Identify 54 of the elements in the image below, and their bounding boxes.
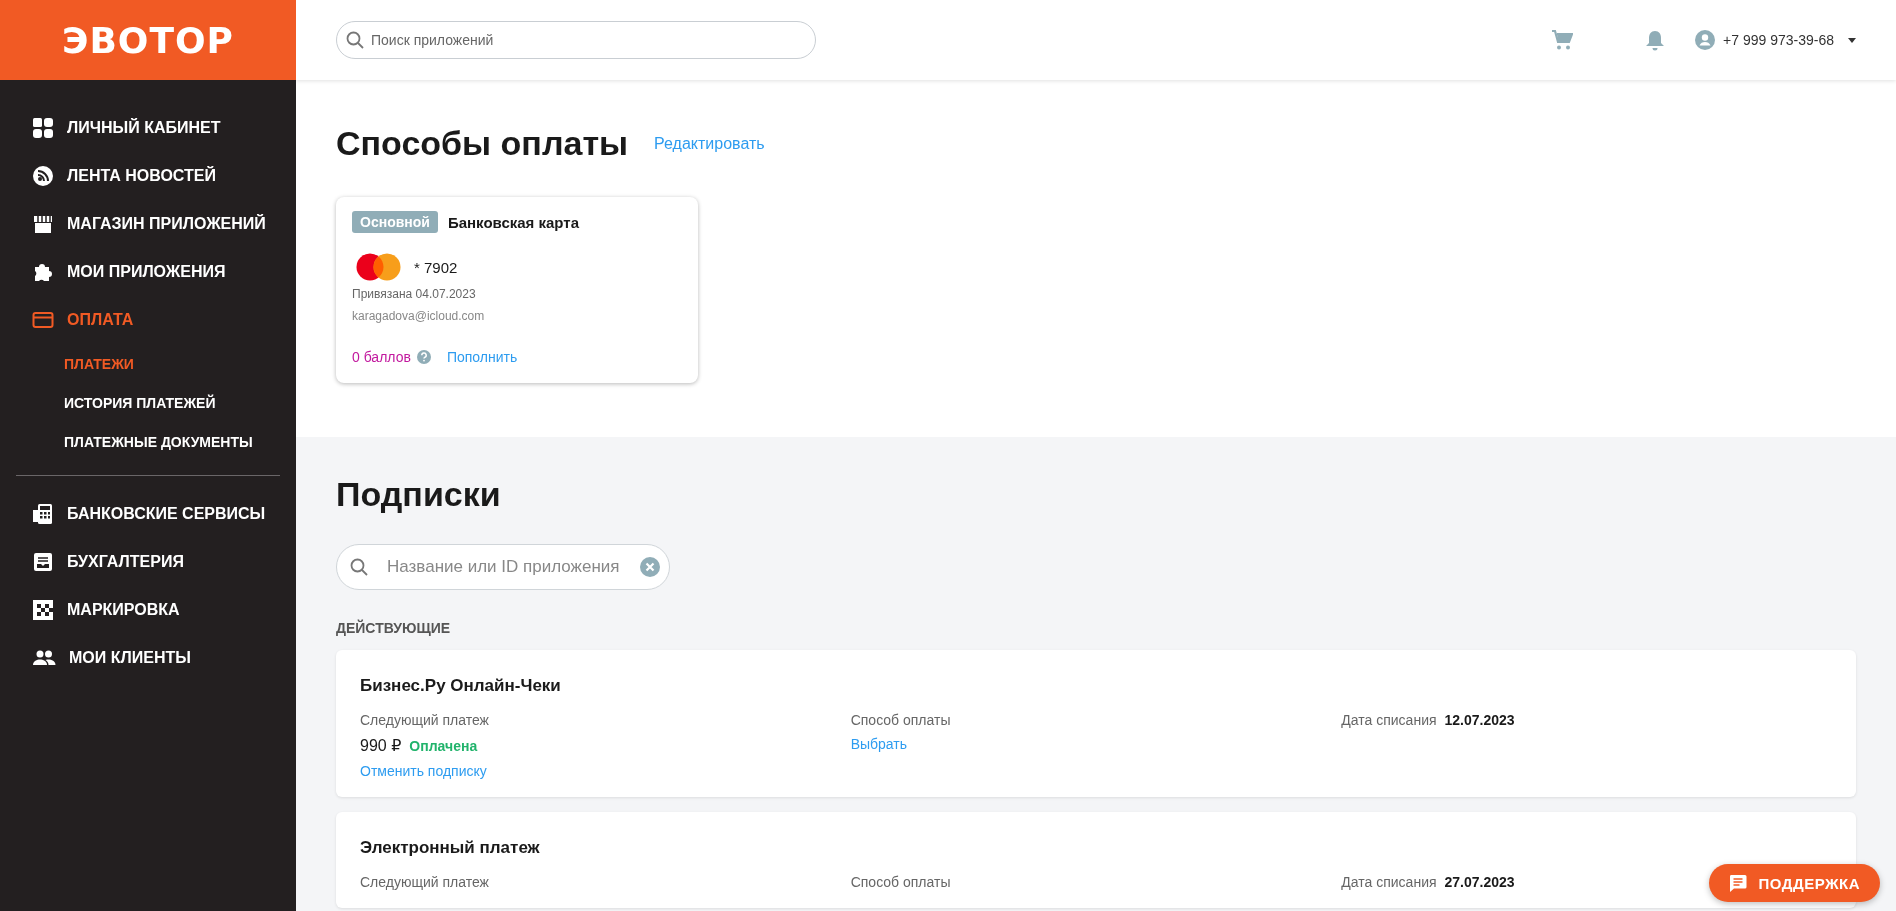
amount: 990 ₽: [360, 736, 402, 755]
linked-date: Привязана 04.07.2023: [352, 287, 477, 301]
sidebar-item[interactable]: МАРКИРОВКА: [0, 586, 296, 634]
sidebar-item[interactable]: ЛЕНТА НОВОСТЕЙ: [0, 152, 296, 200]
field-label: Способ оплаты: [850, 874, 951, 890]
charge-date: 12.07.2023: [1444, 712, 1515, 728]
search-field[interactable]: Поиск приложений: [336, 21, 816, 59]
sidebar-subitem[interactable]: ИСТОРИЯ ПЛАТЕЖЕЙ: [0, 383, 216, 422]
calculator-icon: [32, 503, 54, 525]
sidebar-item[interactable]: МАГАЗИН ПРИЛОЖЕНИЙ: [0, 200, 296, 248]
sidebar-item[interactable]: МОИ ПРИЛОЖЕНИЯ: [0, 248, 296, 296]
field-label: Следующий платеж: [360, 712, 489, 728]
field-label: Способ оплаты: [850, 712, 951, 728]
caret-icon[interactable]: [1848, 37, 1856, 43]
sidebar-subitem[interactable]: ПЛАТЕЖИ: [0, 344, 134, 383]
section-heading: Подписки: [336, 475, 502, 514]
payment-status: Оплачена: [409, 738, 478, 754]
sidebar-subitem[interactable]: ПЛАТЕЖНЫЕ ДОКУМЕНТЫ: [0, 422, 253, 461]
page-heading: Способы оплаты: [336, 124, 629, 163]
points-balance: 0 баллов: [352, 349, 411, 365]
search-field[interactable]: Название или ID приложения: [336, 544, 670, 590]
field-label: Дата списания: [1341, 712, 1437, 728]
credit-card-icon: [32, 309, 54, 331]
field-label: Следующий платеж: [360, 874, 489, 890]
rss-icon: [32, 165, 54, 187]
card-brand-icon: [356, 253, 402, 281]
help-icon[interactable]: [416, 350, 431, 364]
group-label: ДЕЙСТВУЮЩИЕ: [336, 620, 452, 636]
chat-icon: [1728, 874, 1747, 892]
charge-date: 27.07.2023: [1444, 874, 1515, 890]
search-icon: [350, 558, 368, 576]
card-number: * 7902: [414, 258, 458, 276]
cart-icon[interactable]: [1551, 29, 1574, 51]
sidebar-item[interactable]: БАНКОВСКИЕ СЕРВИСЫ: [0, 490, 296, 538]
badge: Основной: [352, 211, 438, 233]
email: karagadova@icloud.com: [352, 309, 486, 323]
sidebar-item[interactable]: МОИ КЛИЕНТЫ: [0, 634, 296, 682]
document-icon: [32, 551, 54, 573]
checker-pattern-icon: [32, 599, 54, 621]
card-title: Банковская карта: [447, 213, 580, 231]
search-icon: [346, 31, 364, 49]
store-icon: [32, 213, 54, 235]
field-label: Дата списания: [1341, 874, 1437, 890]
phone-number[interactable]: +7 999 973-39-68: [1723, 32, 1834, 48]
puzzle-icon: [32, 261, 54, 283]
subscription-title: Бизнес.Ру Онлайн-Чеки: [360, 676, 562, 696]
subscription-title: Электронный платеж: [360, 838, 541, 858]
avatar-icon[interactable]: [1695, 30, 1716, 50]
sidebar-item[interactable]: БУХГАЛТЕРИЯ: [0, 538, 296, 586]
bell-icon[interactable]: [1645, 29, 1666, 51]
clear-icon[interactable]: [640, 557, 660, 577]
sidebar-item[interactable]: ЛИЧНЫЙ КАБИНЕТ: [0, 104, 296, 152]
sidebar-item[interactable]: ОПЛАТА: [0, 296, 296, 344]
grid-icon: [32, 117, 54, 139]
